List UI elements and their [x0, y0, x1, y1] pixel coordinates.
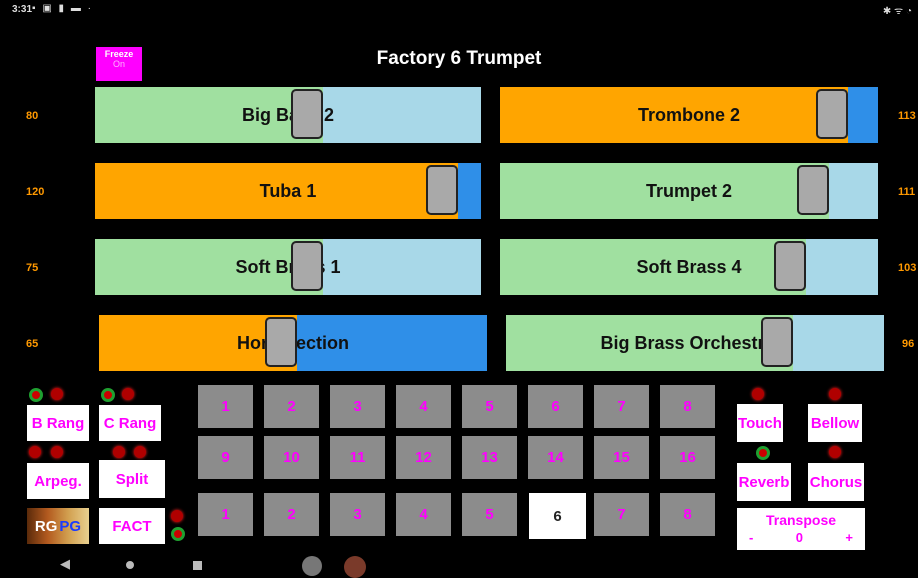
memory-pad-7[interactable]: 7 — [594, 493, 649, 536]
nav-bar — [0, 556, 918, 578]
memory-pad-2[interactable]: 2 — [264, 493, 319, 536]
freeze-state: On — [112, 59, 125, 69]
c-rang-button[interactable]: C Rang — [99, 405, 161, 441]
bellow-button[interactable]: Bellow — [808, 404, 862, 442]
transpose-control: Transpose - 0 + — [737, 508, 865, 550]
bank-pad-13[interactable]: 13 — [462, 436, 517, 479]
voice-slider-8[interactable]: Big Brass Orchestra 1 — [506, 315, 884, 371]
reverb-button[interactable]: Reverb — [737, 463, 791, 501]
bank-pad-14[interactable]: 14 — [528, 436, 583, 479]
fact-button[interactable]: FACT — [99, 508, 165, 544]
touch-led-icon — [752, 388, 764, 400]
preset-pad-8[interactable]: 8 — [660, 385, 715, 428]
volume-left-3: 75 — [26, 262, 39, 274]
rg-pg-button[interactable]: RG PG — [27, 508, 89, 544]
slider-label: Big Bass 2 — [241, 104, 335, 125]
rg-label: RG — [34, 517, 58, 535]
reverb-led-icon — [756, 446, 770, 460]
bank-pad-16[interactable]: 16 — [660, 436, 715, 479]
arpeg-led2-icon — [51, 446, 63, 458]
slider-label: Tuba 1 — [259, 180, 317, 201]
split-button[interactable]: Split — [99, 460, 165, 498]
voice-slider-7[interactable]: Horn Section — [99, 315, 487, 371]
slider-thumb[interactable] — [290, 89, 323, 139]
slider-thumb[interactable] — [796, 165, 829, 215]
c-rang-led-icon — [101, 388, 115, 402]
voice-slider-3[interactable]: Tuba 1 — [95, 163, 481, 219]
preset-pad-2[interactable]: 2 — [264, 385, 319, 428]
preset-pad-7[interactable]: 7 — [594, 385, 649, 428]
preset-pad-1[interactable]: 1 — [198, 385, 253, 428]
voice-slider-2[interactable]: Trombone 2 — [500, 87, 878, 143]
back-icon[interactable]: ◀ — [60, 556, 70, 572]
status-system-icons: ✱ ᯤ ◔ — [882, 6, 912, 17]
b-rang-button[interactable]: B Rang — [27, 405, 89, 441]
volume-left-1: 80 — [26, 110, 39, 122]
b-rang-led2-icon — [51, 388, 63, 400]
status-time: 3:31 — [12, 4, 33, 15]
memory-pad-5[interactable]: 5 — [462, 493, 517, 536]
fact-led-icon — [171, 510, 183, 522]
memory-pad-4[interactable]: 4 — [396, 493, 451, 536]
volume-right-4: 96 — [902, 338, 915, 350]
touch-button[interactable]: Touch — [737, 404, 783, 442]
arpeg-button[interactable]: Arpeg. — [27, 463, 89, 499]
c-rang-led2-icon — [122, 388, 134, 400]
recents-icon[interactable] — [193, 561, 202, 570]
transpose-minus-button[interactable]: - — [749, 530, 753, 545]
volume-right-3: 103 — [898, 262, 917, 274]
voice-slider-5[interactable]: Soft Brass 1 — [95, 239, 481, 295]
transpose-label: Transpose — [765, 512, 837, 528]
chorus-button[interactable]: Chorus — [808, 463, 864, 501]
slider-thumb[interactable] — [290, 241, 323, 291]
pg-label: PG — [59, 517, 82, 535]
volume-left-4: 65 — [26, 338, 39, 350]
freeze-label: Freeze — [104, 49, 134, 59]
camera-app-icon[interactable] — [302, 556, 322, 576]
app-shortcut-icon[interactable] — [344, 556, 366, 578]
freeze-button[interactable]: Freeze On — [96, 47, 142, 81]
transpose-plus-button[interactable]: + — [845, 530, 853, 545]
preset-pad-4[interactable]: 4 — [396, 385, 451, 428]
home-icon[interactable] — [126, 561, 134, 569]
fact-led2-icon — [171, 527, 185, 541]
bank-pad-9[interactable]: 9 — [198, 436, 253, 479]
bank-pad-10[interactable]: 10 — [264, 436, 319, 479]
slider-thumb[interactable] — [264, 317, 297, 367]
chorus-led-icon — [829, 446, 841, 458]
transpose-value: 0 — [795, 530, 803, 545]
split-led2-icon — [134, 446, 146, 458]
slider-thumb[interactable] — [774, 241, 807, 291]
volume-right-2: 111 — [898, 186, 916, 198]
voice-slider-6[interactable]: Soft Brass 4 — [500, 239, 878, 295]
preset-pad-3[interactable]: 3 — [330, 385, 385, 428]
slider-thumb[interactable] — [761, 317, 794, 367]
memory-pad-3[interactable]: 3 — [330, 493, 385, 536]
voice-slider-4[interactable]: Trumpet 2 — [500, 163, 878, 219]
slider-thumb[interactable] — [815, 89, 848, 139]
slider-label: Big Brass Orchestra 1 — [600, 332, 790, 353]
memory-pad-6[interactable]: 6 — [529, 493, 586, 539]
bank-pad-12[interactable]: 12 — [396, 436, 451, 479]
slider-label: Soft Brass 1 — [235, 256, 341, 277]
b-rang-led-icon — [29, 388, 43, 402]
slider-label: Soft Brass 4 — [636, 256, 742, 277]
bellow-led-icon — [829, 388, 841, 400]
volume-left-2: 120 — [26, 186, 45, 198]
memory-pad-8[interactable]: 8 — [660, 493, 715, 536]
arpeg-led-icon — [29, 446, 41, 458]
slider-thumb[interactable] — [425, 165, 458, 215]
bank-pad-15[interactable]: 15 — [594, 436, 649, 479]
split-led-icon — [113, 446, 125, 458]
volume-right-1: 113 — [898, 110, 916, 122]
voice-slider-1[interactable]: Big Bass 2 — [95, 87, 481, 143]
bank-pad-11[interactable]: 11 — [330, 436, 385, 479]
status-notification-icons: ▪ ▣ ▮ ▬ · — [32, 3, 93, 14]
preset-pad-6[interactable]: 6 — [528, 385, 583, 428]
preset-pad-5[interactable]: 5 — [462, 385, 517, 428]
memory-pad-1[interactable]: 1 — [198, 493, 253, 536]
